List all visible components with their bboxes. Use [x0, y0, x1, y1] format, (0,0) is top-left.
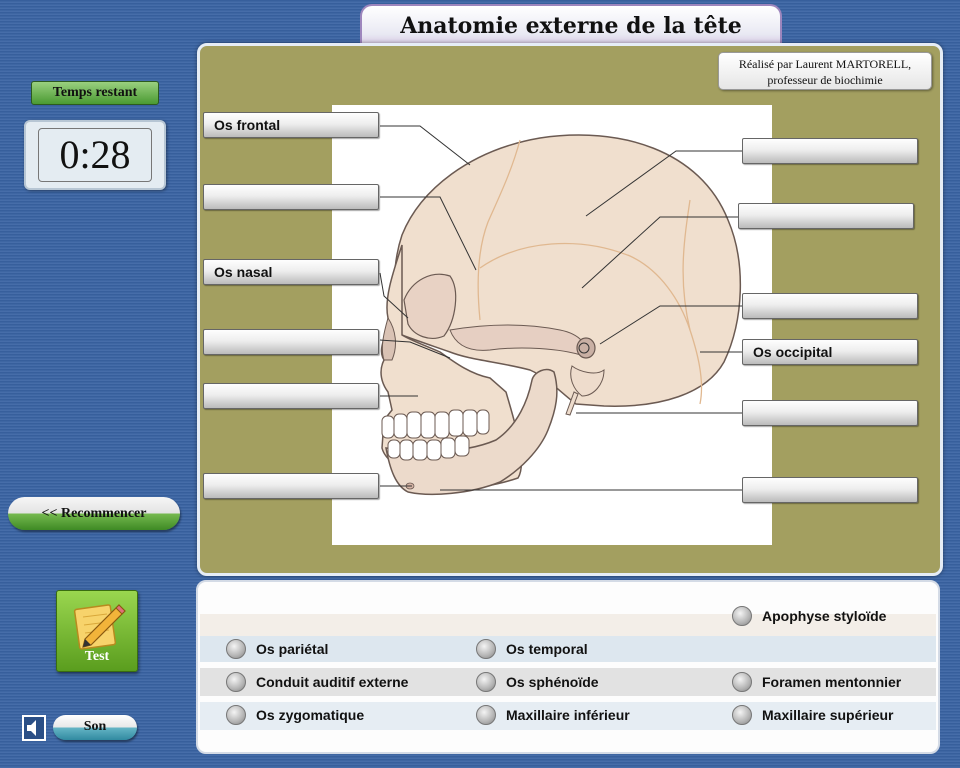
timer-label: Temps restant	[31, 81, 159, 105]
label-slot-right-6[interactable]	[742, 477, 918, 503]
radio-icon	[732, 672, 752, 692]
radio-icon	[226, 672, 246, 692]
choice-os-zygomatique[interactable]: Os zygomatique	[226, 703, 364, 727]
test-button-label: Test	[84, 649, 110, 664]
label-slot-right-4[interactable]: Os occipital	[742, 339, 918, 365]
label-slot-right-2[interactable]	[738, 203, 914, 229]
restart-button[interactable]: << Recommencer	[8, 497, 180, 530]
choice-foramen-mentonnier[interactable]: Foramen mentonnier	[732, 670, 901, 694]
ear-canal	[576, 337, 596, 359]
choice-conduit-auditif-externe[interactable]: Conduit auditif externe	[226, 670, 408, 694]
choice-label: Maxillaire inférieur	[506, 707, 630, 723]
choice-label: Conduit auditif externe	[256, 674, 409, 690]
label-slot-right-3[interactable]	[742, 293, 918, 319]
label-slot-left-1[interactable]: Os frontal	[203, 112, 379, 138]
choice-maxillaire-superieur[interactable]: Maxillaire supérieur	[732, 703, 894, 727]
label-slot-left-6[interactable]	[203, 473, 379, 499]
radio-icon	[732, 705, 752, 725]
label-slot-left-4[interactable]	[203, 329, 379, 355]
radio-icon	[226, 639, 246, 659]
label-slot-left-5[interactable]	[203, 383, 379, 409]
sound-button[interactable]: Son	[53, 715, 137, 740]
label-slot-left-2[interactable]	[203, 184, 379, 210]
label-slot-right-1[interactable]	[742, 138, 918, 164]
choice-label: Os pariétal	[256, 641, 329, 657]
choice-label: Maxillaire supérieur	[762, 707, 894, 723]
choice-label: Apophyse styloïde	[762, 608, 887, 624]
speaker-icon[interactable]	[22, 715, 46, 741]
radio-icon	[476, 705, 496, 725]
label-slot-right-5[interactable]	[742, 400, 918, 426]
choice-label: Os temporal	[506, 641, 588, 657]
choice-os-sphenoide[interactable]: Os sphénoïde	[476, 670, 599, 694]
label-slot-left-3[interactable]: Os nasal	[203, 259, 379, 285]
choice-apophyse-styloide[interactable]: Apophyse styloïde	[732, 604, 886, 628]
timer-box: 0:28	[24, 120, 166, 190]
radio-icon	[732, 606, 752, 626]
choice-label: Foramen mentonnier	[762, 674, 902, 690]
radio-icon	[476, 639, 496, 659]
choice-os-parietal[interactable]: Os pariétal	[226, 637, 328, 661]
choice-label: Os zygomatique	[256, 707, 365, 723]
timer-value: 0:28	[38, 128, 152, 182]
pencil-notepad-icon	[73, 604, 126, 650]
radio-icon	[476, 672, 496, 692]
choice-label: Os sphénoïde	[506, 674, 599, 690]
choice-maxillaire-inferieur[interactable]: Maxillaire inférieur	[476, 703, 630, 727]
test-button[interactable]: Test	[56, 590, 138, 672]
radio-icon	[226, 705, 246, 725]
choice-os-temporal[interactable]: Os temporal	[476, 637, 588, 661]
